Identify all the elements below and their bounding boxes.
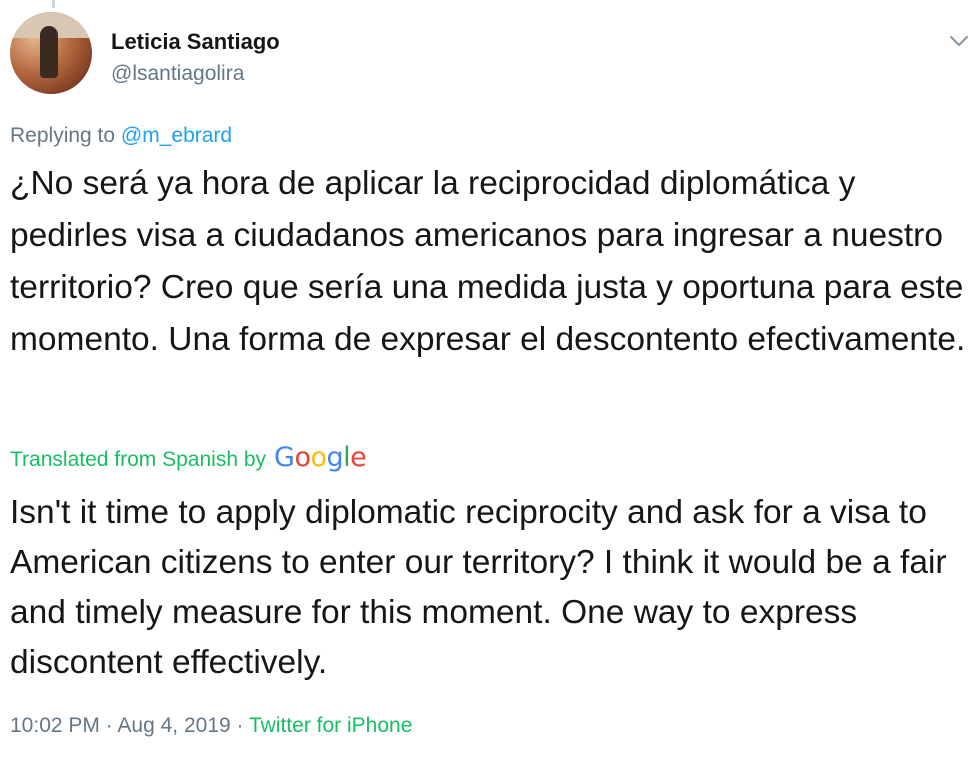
replying-to-line: Replying to @m_ebrard <box>10 124 232 148</box>
avatar[interactable] <box>10 12 92 94</box>
tweet-time[interactable]: 10:02 PM <box>10 714 100 737</box>
translation-attribution: Translated from Spanish by Google <box>10 442 367 473</box>
translated-tweet-text: Isn't it time to apply diplomatic recipr… <box>10 494 947 681</box>
tweet-header: Leticia Santiago @lsantiagolira <box>10 12 970 102</box>
google-logo: Google <box>274 442 367 473</box>
meta-separator: · <box>99 714 118 737</box>
user-handle[interactable]: @lsantiagolira <box>111 62 244 86</box>
google-letter: o <box>310 442 327 473</box>
chevron-down-icon[interactable] <box>948 30 970 52</box>
replying-to-label: Replying to <box>10 124 121 147</box>
google-letter: g <box>326 442 344 473</box>
meta-separator: · <box>230 714 249 737</box>
tweet-meta: 10:02 PM · Aug 4, 2019 · Twitter for iPh… <box>10 714 412 738</box>
reply-to-handle-link[interactable]: @m_ebrard <box>121 124 232 147</box>
display-name[interactable]: Leticia Santiago <box>111 29 280 55</box>
google-letter: e <box>350 442 367 473</box>
translated-from-label[interactable]: Translated from Spanish by <box>10 448 266 472</box>
tweet-text: ¿No será ya hora de aplicar la reciproci… <box>10 165 966 358</box>
avatar-figure <box>40 26 58 78</box>
thread-connector-line <box>52 0 55 8</box>
tweet-date[interactable]: Aug 4, 2019 <box>117 714 230 737</box>
google-letter: G <box>274 442 295 473</box>
tweet-source[interactable]: Twitter for iPhone <box>249 714 412 737</box>
google-letter: o <box>294 442 311 473</box>
